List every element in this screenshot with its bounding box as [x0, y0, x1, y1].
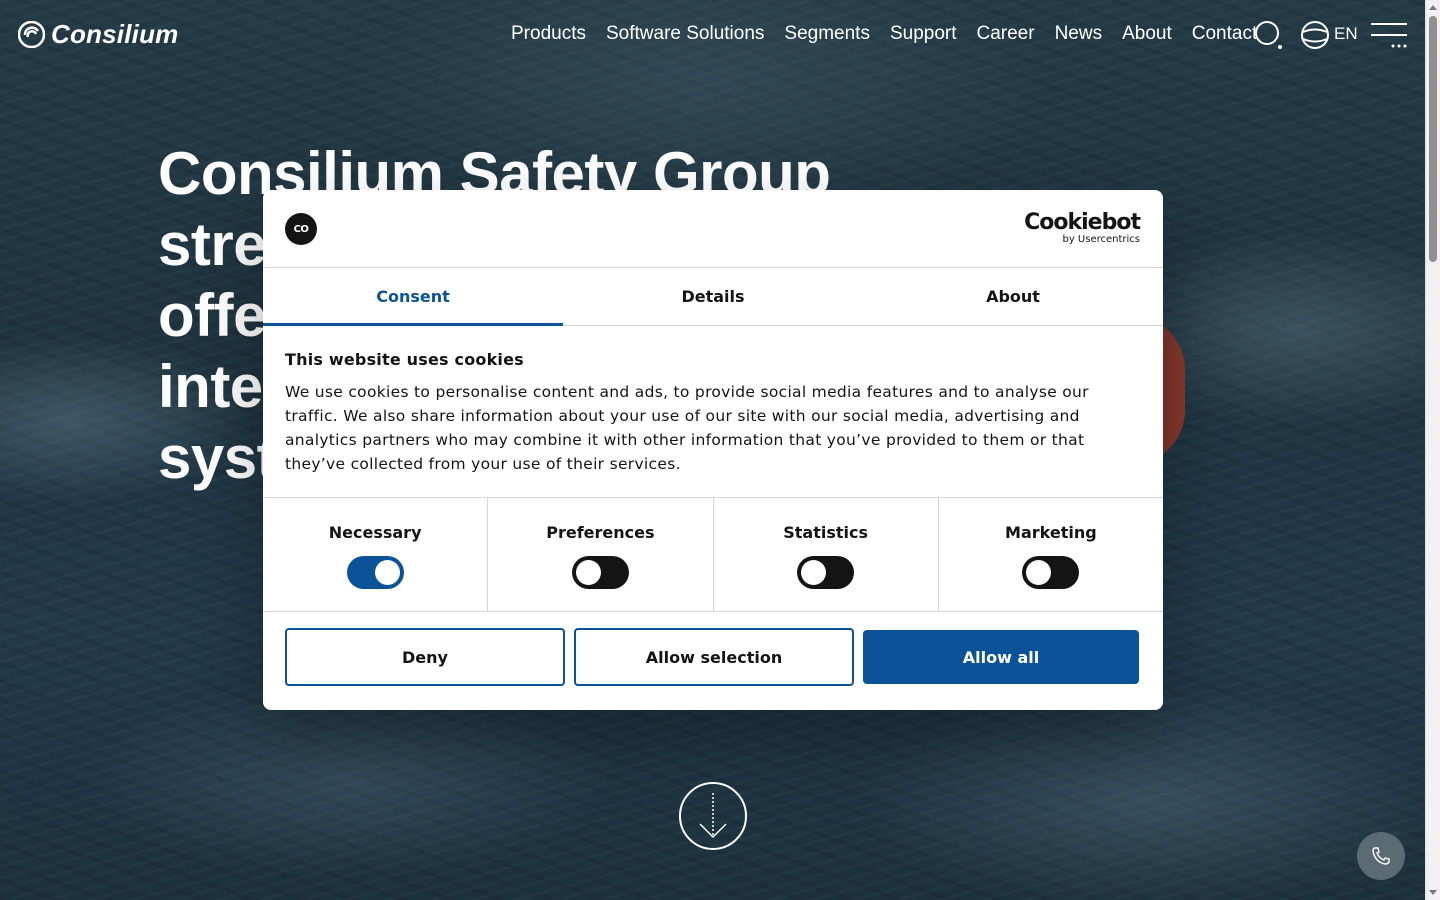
- statistics-toggle[interactable]: [797, 556, 855, 589]
- dialog-buttons: Deny Allow selection Allow all: [263, 612, 1163, 686]
- tab-about[interactable]: About: [863, 268, 1163, 325]
- main-nav: Products Software Solutions Segments Sup…: [511, 22, 1257, 46]
- nav-products[interactable]: Products: [511, 22, 586, 46]
- site-header: Consilium Products Software Solutions Se…: [0, 0, 1425, 70]
- cookiebot-logo: Cookiebot by Usercentrics: [1024, 210, 1141, 246]
- category-label: Necessary: [328, 523, 422, 542]
- dialog-header: CO Cookiebot by Usercentrics: [263, 190, 1163, 268]
- dialog-body: This website uses cookies We use cookies…: [263, 326, 1163, 498]
- nav-support[interactable]: Support: [890, 22, 957, 46]
- logo-text: Consilium: [51, 19, 179, 49]
- cookiebot-name: Cookiebot: [1024, 210, 1141, 235]
- nav-career[interactable]: Career: [977, 22, 1035, 46]
- dialog-text: We use cookies to personalise content an…: [285, 383, 1089, 473]
- scroll-down-arrow-icon[interactable]: [1429, 890, 1437, 895]
- category-label: Statistics: [783, 523, 868, 542]
- contact-widget-button[interactable]: [1357, 832, 1405, 880]
- category-preferences: Preferences: [488, 498, 714, 611]
- nav-news[interactable]: News: [1055, 22, 1103, 46]
- category-label: Marketing: [1005, 523, 1097, 542]
- dialog-heading: This website uses cookies: [285, 350, 524, 369]
- marketing-toggle[interactable]: [1022, 556, 1080, 589]
- logo-mark-icon: [18, 21, 45, 48]
- deny-button[interactable]: Deny: [285, 628, 565, 686]
- category-statistics: Statistics: [714, 498, 939, 611]
- necessary-toggle[interactable]: [346, 556, 404, 589]
- dialog-tabs: Consent Details About: [263, 268, 1163, 326]
- scroll-down-button[interactable]: [679, 782, 747, 850]
- arrow-down-icon: [699, 793, 727, 839]
- category-marketing: Marketing: [939, 498, 1163, 611]
- nav-software-solutions[interactable]: Software Solutions: [606, 22, 764, 46]
- preferences-toggle[interactable]: [571, 556, 629, 589]
- language-selector[interactable]: EN: [1334, 24, 1358, 44]
- hamburger-menu-icon[interactable]: [1371, 22, 1409, 50]
- site-badge: CO: [285, 213, 317, 245]
- nav-about[interactable]: About: [1122, 22, 1172, 46]
- nav-contact[interactable]: Contact: [1192, 22, 1257, 46]
- tab-consent[interactable]: Consent: [263, 268, 563, 326]
- phone-icon: [1372, 847, 1390, 865]
- page-scrollbar[interactable]: [1425, 0, 1440, 900]
- globe-icon[interactable]: [1300, 20, 1330, 50]
- scrollbar-thumb[interactable]: [1429, 16, 1437, 262]
- nav-segments[interactable]: Segments: [784, 22, 870, 46]
- cookie-consent-dialog: CO Cookiebot by Usercentrics Consent Det…: [263, 190, 1163, 710]
- consilium-logo[interactable]: Consilium: [18, 19, 178, 50]
- tab-details[interactable]: Details: [563, 268, 863, 325]
- allow-all-button[interactable]: Allow all: [863, 630, 1139, 684]
- allow-selection-button[interactable]: Allow selection: [574, 628, 854, 686]
- cookie-categories: Necessary Preferences Statistics Marketi…: [263, 498, 1163, 612]
- category-label: Preferences: [546, 523, 655, 542]
- search-icon[interactable]: [1254, 20, 1286, 52]
- cookiebot-subtitle: by Usercentrics: [1062, 234, 1140, 245]
- scroll-up-arrow-icon[interactable]: [1429, 5, 1437, 10]
- category-necessary: Necessary: [263, 498, 489, 611]
